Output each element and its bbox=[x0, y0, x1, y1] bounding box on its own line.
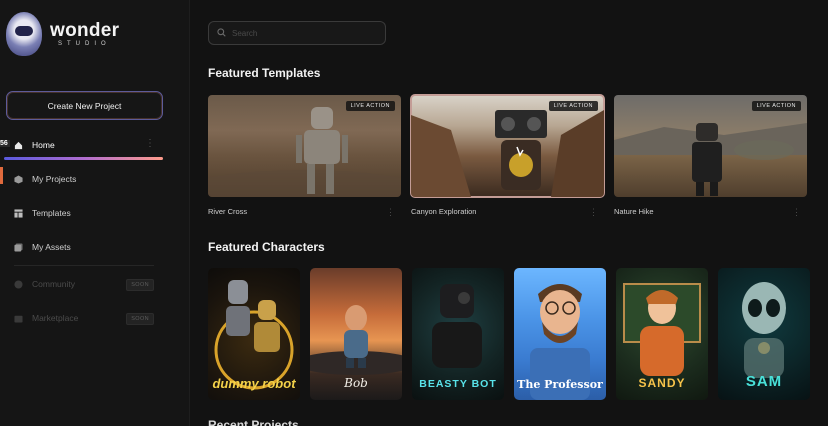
brand-logo[interactable]: wonder STUDIO bbox=[6, 12, 119, 56]
template-title: Nature Hike bbox=[614, 207, 654, 216]
character-name: BEASTY BOT bbox=[419, 378, 497, 390]
template-card-river-cross[interactable]: LIVE ACTION River Cross ⋮ bbox=[208, 95, 401, 218]
sidebar-item-my-assets[interactable]: My Assets bbox=[0, 230, 168, 264]
live-action-tag: LIVE ACTION bbox=[548, 101, 598, 111]
more-dots-icon[interactable]: ⋮ bbox=[145, 138, 155, 149]
search-icon bbox=[217, 24, 226, 42]
assets-icon bbox=[14, 242, 23, 252]
template-icon bbox=[14, 208, 23, 218]
character-card-sandy[interactable]: SANDY bbox=[616, 268, 708, 400]
home-icon bbox=[14, 141, 23, 150]
featured-templates-title: Featured Templates bbox=[208, 66, 321, 80]
character-card-bob[interactable]: Bob bbox=[310, 268, 402, 400]
more-dots-icon[interactable]: ⋮ bbox=[386, 207, 395, 218]
cube-icon bbox=[14, 174, 23, 184]
character-name: SANDY bbox=[638, 376, 686, 390]
recent-projects-title: Recent Projects bbox=[208, 418, 299, 426]
character-name: Bob bbox=[344, 376, 368, 390]
template-card-canyon-exploration[interactable]: LIVE ACTION Canyon Exploration ⋮ bbox=[410, 94, 605, 218]
featured-characters-list: dummy robot Bob BEASTY BOT The Professor… bbox=[208, 268, 810, 400]
template-title: River Cross bbox=[208, 207, 248, 216]
soon-badge: SOON bbox=[126, 313, 154, 325]
sidebar-item-label: My Projects bbox=[32, 174, 77, 184]
brand-name: wonder bbox=[50, 20, 120, 41]
template-thumbnail: LIVE ACTION bbox=[614, 95, 807, 197]
character-card-beasty-bot[interactable]: BEASTY BOT bbox=[412, 268, 504, 400]
main-content: Featured Templates LIVE ACTION River Cro… bbox=[190, 0, 828, 426]
character-name: SAM bbox=[745, 373, 783, 390]
marketplace-icon bbox=[14, 314, 23, 323]
sidebar-item-my-projects[interactable]: My Projects bbox=[0, 162, 168, 196]
featured-characters-title: Featured Characters bbox=[208, 240, 325, 254]
sidebar-item-label: My Assets bbox=[32, 242, 71, 252]
search-bar[interactable] bbox=[208, 21, 386, 45]
more-dots-icon[interactable]: ⋮ bbox=[792, 207, 801, 218]
globe-icon bbox=[14, 279, 23, 289]
template-title: Canyon Exploration bbox=[411, 207, 477, 216]
sidebar-divider bbox=[14, 265, 154, 266]
search-input[interactable] bbox=[232, 28, 372, 38]
character-card-dummy-robot[interactable]: dummy robot bbox=[208, 268, 300, 400]
sidebar-nav: 56 Home ⋮ My Projects Templates My Asset… bbox=[0, 128, 168, 335]
brand-wordmark: wonder STUDIO bbox=[50, 20, 120, 48]
sidebar-item-label: Home bbox=[32, 140, 55, 150]
soon-badge: SOON bbox=[126, 279, 154, 291]
sidebar-item-label: Marketplace bbox=[32, 313, 79, 323]
more-dots-icon[interactable]: ⋮ bbox=[589, 207, 598, 218]
template-thumbnail: LIVE ACTION bbox=[410, 94, 605, 198]
character-card-the-professor[interactable]: The Professor bbox=[514, 268, 606, 400]
brand-sub: STUDIO bbox=[58, 41, 111, 47]
character-name: dummy robot bbox=[212, 376, 296, 391]
edge-badge: 56 bbox=[0, 140, 10, 147]
robot-logo-icon bbox=[6, 12, 42, 56]
sidebar-item-templates[interactable]: Templates bbox=[0, 196, 168, 230]
live-action-tag: LIVE ACTION bbox=[345, 101, 395, 111]
character-name: The Professor bbox=[517, 378, 603, 391]
sidebar: wonder STUDIO Create New Project 56 Home… bbox=[0, 0, 190, 426]
live-action-tag: LIVE ACTION bbox=[751, 101, 801, 111]
create-new-project-button[interactable]: Create New Project bbox=[6, 91, 163, 120]
sidebar-item-community: Community SOON bbox=[0, 267, 168, 301]
sidebar-item-label: Community bbox=[32, 279, 75, 289]
template-thumbnail: LIVE ACTION bbox=[208, 95, 401, 197]
sidebar-item-marketplace: Marketplace SOON bbox=[0, 301, 168, 335]
template-card-nature-hike[interactable]: LIVE ACTION Nature Hike ⋮ bbox=[614, 95, 807, 218]
sidebar-item-label: Templates bbox=[32, 208, 71, 218]
sidebar-item-home[interactable]: 56 Home ⋮ bbox=[0, 128, 168, 162]
featured-templates-list: LIVE ACTION River Cross ⋮ LIVE ACTION Ca… bbox=[208, 94, 807, 218]
character-card-sam[interactable]: SAM bbox=[718, 268, 810, 400]
